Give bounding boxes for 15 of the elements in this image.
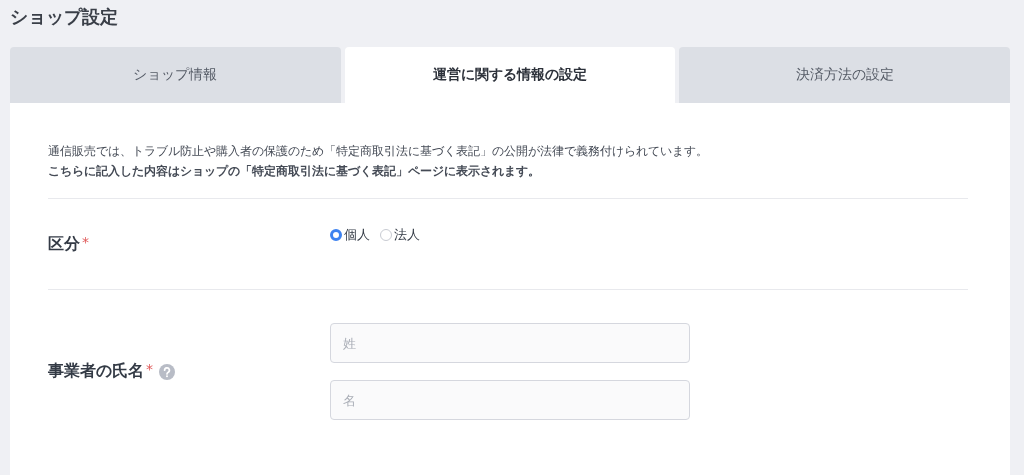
input-field[interactable]: 名 — [330, 380, 690, 420]
tab[interactable]: 決済方法の設定 — [679, 47, 1010, 103]
required-mark: * — [146, 361, 153, 377]
intro-text: こちらに記入した内容はショップの「特定商取引法に基づく表記」ページに表示されます。 — [48, 163, 541, 180]
page-title: ショップ設定 — [10, 5, 119, 29]
input-field[interactable]: 姓 — [330, 323, 690, 363]
radio-option[interactable]: 個人 — [330, 226, 370, 244]
field-label: 事業者の氏名 — [48, 361, 144, 382]
intro-text: 通信販売では、トラブル防止や購入者の保護のため「特定商取引法に基づく表記」の公開が法律で義務付けられています。 — [48, 143, 709, 160]
tab[interactable]: 運営に関する情報の設定 — [344, 47, 676, 103]
field-label: 区分 — [48, 233, 80, 255]
radio-option[interactable]: 法人 — [380, 226, 420, 244]
tab[interactable]: ショップ情報 — [10, 47, 341, 103]
help-icon[interactable] — [159, 363, 175, 380]
required-mark: * — [82, 233, 89, 250]
